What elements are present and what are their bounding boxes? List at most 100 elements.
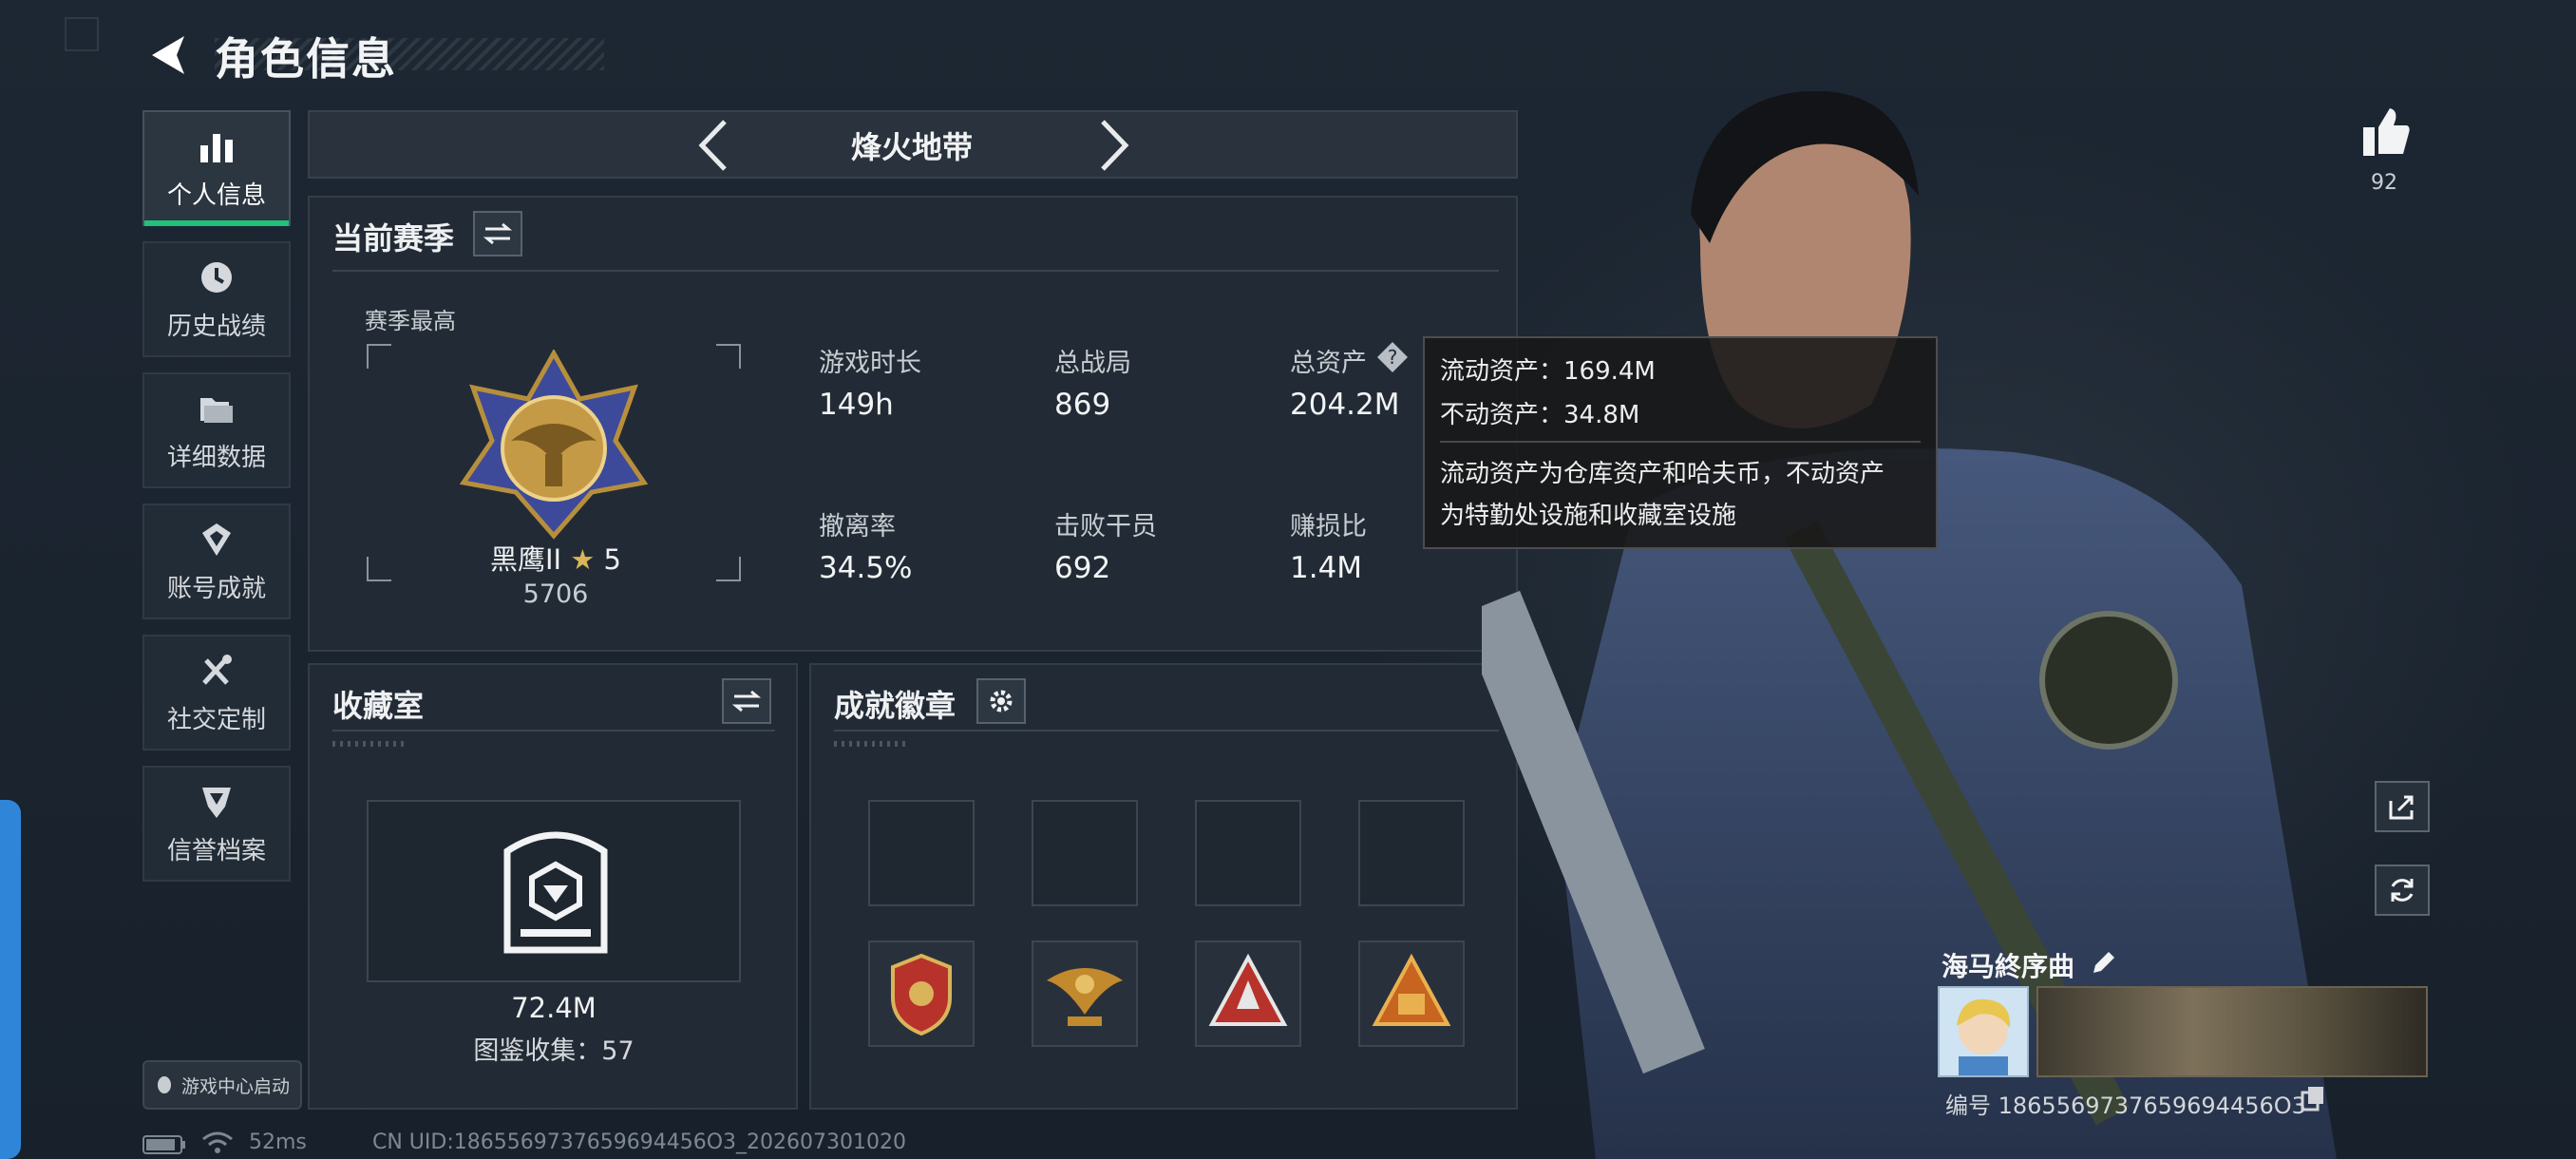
wifi-icon: [202, 1131, 233, 1153]
stat-value-kills: 692: [1054, 551, 1111, 585]
battery-icon: [142, 1135, 185, 1154]
stat-label-assets: 总资产: [1290, 349, 1367, 378]
rank-name: 黑鹰II: [490, 543, 562, 576]
back-arrow-icon[interactable]: [142, 28, 196, 82]
divider: [834, 730, 1499, 732]
refresh-button[interactable]: [2375, 864, 2430, 916]
divider: [1440, 441, 1921, 443]
copy-icon[interactable]: [2301, 1085, 2325, 1112]
game-center-launch-button[interactable]: 游戏中心启动: [142, 1060, 302, 1110]
credit-shield-icon: [202, 787, 231, 818]
tooltip-liquid-assets: 流动资产：169.4M: [1440, 357, 1656, 386]
shield-badge-icon: [891, 953, 952, 1036]
sidebar-item-personal-info[interactable]: 个人信息: [142, 110, 291, 226]
sidebar-item-label: 个人信息: [166, 180, 266, 210]
player-nickname: 海马終序曲: [1941, 946, 2074, 984]
player-uid-text: 编号 1865569737659694456O3: [1945, 1092, 2306, 1119]
badge-slot-empty[interactable]: [1032, 800, 1138, 906]
rank-emblem-icon: [459, 350, 649, 540]
sidebar-item-social-custom[interactable]: 社交定制: [142, 635, 291, 750]
clock-history-icon: [201, 261, 232, 293]
swap-arrows-icon: [483, 222, 512, 245]
swap-arrows-icon: [732, 690, 761, 712]
stat-label-extract-rate: 撤离率: [819, 512, 896, 542]
badge-slot[interactable]: [1195, 940, 1301, 1047]
badges-title: 成就徽章: [834, 688, 957, 724]
pyramid-badge-icon: [1372, 953, 1451, 1026]
badge-slot[interactable]: [1358, 940, 1465, 1047]
sidebar-item-credit[interactable]: 信誉档案: [142, 766, 291, 882]
chevron-left-icon[interactable]: [696, 118, 730, 173]
rank-score: 5706: [522, 580, 589, 609]
gallery-count: 图鉴收集：57: [473, 1036, 635, 1066]
decoration-dots: [834, 741, 910, 747]
svg-text:?: ?: [1388, 346, 1398, 369]
collection-value: 72.4M: [511, 992, 597, 1024]
stat-value-assets: 204.2M: [1290, 388, 1400, 422]
qq-penguin-icon: [157, 1076, 171, 1093]
tools-icon: [202, 654, 232, 685]
thumbs-up-icon[interactable]: [2361, 106, 2411, 158]
rank-label: 黑鹰II ★ 5: [475, 538, 636, 578]
collection-title: 收藏室: [332, 688, 425, 724]
divider: [332, 730, 775, 732]
season-title: 当前赛季: [332, 220, 455, 256]
game-center-launch-label: 游戏中心启动: [180, 1075, 290, 1097]
badge-slot[interactable]: [1032, 940, 1138, 1047]
collection-room-preview[interactable]: [367, 800, 741, 982]
stat-label-matches: 总战局: [1054, 349, 1131, 378]
profile-banner[interactable]: [2036, 986, 2428, 1077]
chevron-right-icon[interactable]: [1097, 118, 1131, 173]
ping-readout: 52ms: [249, 1130, 307, 1154]
nickname-text: 海马終序曲: [1941, 951, 2075, 982]
stat-label-profit-ratio: 赚损比: [1290, 512, 1367, 542]
sidebar-item-achievements[interactable]: 账号成就: [142, 504, 291, 619]
tooltip-description-line-2: 为特勤处设施和收藏室设施: [1440, 502, 1737, 530]
mode-title: 烽火地带: [850, 129, 973, 165]
badge-slot-empty[interactable]: [868, 800, 975, 906]
vault-icon: [503, 831, 608, 954]
gear-icon: [990, 690, 1013, 712]
collection-switch-button[interactable]: [722, 678, 771, 724]
corner-decoration: [65, 17, 99, 51]
player-uid: 编号 1865569737659694456O3: [1945, 1087, 2306, 1120]
badge-slot-empty[interactable]: [1358, 800, 1465, 906]
stat-label-playtime: 游戏时长: [819, 349, 921, 378]
sidebar-item-detailed-data[interactable]: 详细数据: [142, 372, 291, 488]
sidebar-item-label: 账号成就: [166, 574, 266, 603]
tooltip-description-line-1: 流动资产为仓库资产和哈夫币，不动资产: [1440, 460, 1885, 488]
floating-side-tab[interactable]: [0, 800, 21, 1159]
help-icon[interactable]: ?: [1375, 340, 1410, 374]
star-icon: ★: [570, 543, 596, 576]
rank-stars: 5: [603, 543, 621, 576]
badge-slot[interactable]: [868, 940, 975, 1047]
sidebar-item-label: 历史战绩: [166, 312, 266, 341]
stat-value-playtime: 149h: [819, 388, 894, 422]
sidebar-item-label: 详细数据: [166, 443, 266, 472]
sidebar-item-label: 信誉档案: [166, 836, 266, 865]
edit-pencil-icon[interactable]: [2090, 948, 2118, 977]
badge-slot-empty[interactable]: [1195, 800, 1301, 906]
achievement-icon: [202, 522, 231, 556]
divider: [332, 270, 1499, 272]
season-highest-label: 赛季最高: [365, 308, 456, 334]
eagle-badge-icon: [1047, 968, 1123, 1026]
bar-chart-icon: [200, 133, 233, 162]
triangle-badge-icon: [1208, 953, 1288, 1026]
like-count: 92: [2371, 171, 2397, 195]
stat-value-extract-rate: 34.5%: [819, 551, 913, 585]
status-uid: CN UID:1865569737659694456O3_20260730102…: [372, 1130, 906, 1154]
share-button[interactable]: [2375, 781, 2430, 832]
stat-value-matches: 869: [1054, 388, 1111, 422]
badges-settings-button[interactable]: [976, 678, 1026, 724]
stat-value-profit-ratio: 1.4M: [1290, 551, 1363, 585]
folder-icon: [200, 397, 233, 423]
player-avatar[interactable]: [1938, 986, 2029, 1077]
sidebar-item-history[interactable]: 历史战绩: [142, 241, 291, 357]
avatar-image: [1957, 998, 2011, 1075]
share-icon: [2389, 795, 2414, 820]
stat-label-kills: 击败干员: [1054, 512, 1157, 542]
season-switch-button[interactable]: [473, 211, 522, 256]
page-title: 角色信息: [215, 33, 397, 85]
refresh-icon: [2391, 879, 2414, 902]
